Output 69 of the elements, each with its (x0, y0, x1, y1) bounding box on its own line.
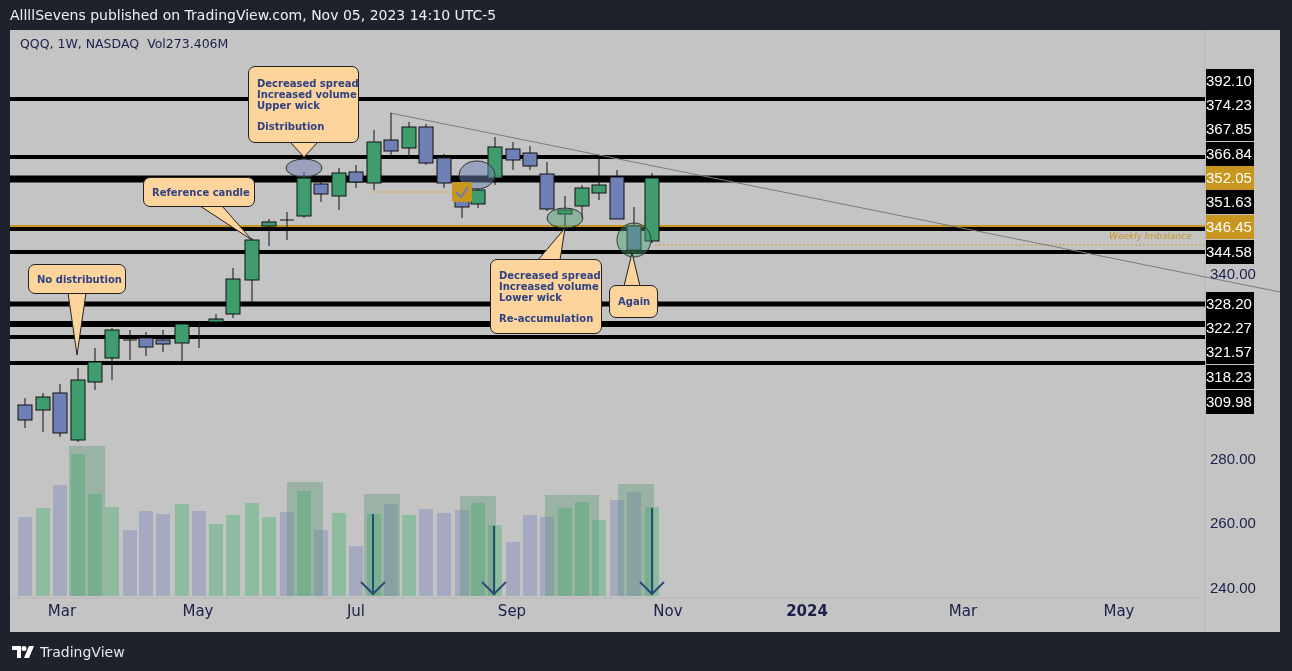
volume-bar (314, 530, 328, 596)
publisher-line: AllllSevens published on TradingView.com, Nov 05, 2023 14:10 UTC-5 (10, 7, 497, 23)
tradingview-logo-icon (12, 645, 34, 658)
candlestick (138, 331, 154, 357)
time-label: Nov (652, 602, 684, 620)
candlestick (557, 195, 573, 227)
time-label: May (1102, 602, 1136, 620)
volume-bar (506, 542, 520, 596)
highlight-ellipse (458, 160, 496, 190)
price-label: 321.57 (1206, 340, 1254, 364)
price-label: 367.85 (1206, 117, 1254, 141)
zone-label: Weekly Imbalance (1109, 231, 1192, 241)
candlestick (401, 121, 417, 158)
time-label: Sep (496, 602, 528, 620)
highlight-ellipse (546, 207, 584, 229)
time-label: May (181, 602, 215, 620)
symbol-title: QQQ, 1W, NASDAQ (20, 36, 140, 51)
candlestick (644, 172, 660, 244)
price-label: 392.10 (1206, 69, 1254, 93)
price-label: 351.63 (1206, 190, 1254, 214)
callout-pointer (623, 252, 641, 287)
candlestick (591, 157, 607, 201)
callout-note: Reference candle (143, 177, 255, 207)
highlight-ellipse (285, 158, 323, 178)
candlestick (155, 329, 171, 353)
check-marker-icon (452, 182, 472, 202)
candlestick (17, 397, 33, 429)
candlestick (366, 129, 382, 191)
candlestick (52, 383, 68, 438)
price-label: 344.58 (1206, 240, 1254, 264)
candlestick (418, 123, 434, 166)
callout-note: Decreased spread Increased volume Lower wick Re-accumulation (490, 259, 602, 334)
price-label: 328.20 (1206, 292, 1254, 316)
candlestick (505, 141, 521, 171)
candlestick (609, 169, 625, 220)
candlestick (436, 153, 452, 189)
volume-bar (209, 524, 223, 596)
volume-arrow-icon (639, 507, 665, 596)
callout-note: Decreased spread Increased volume Upper wick Distribution (248, 66, 359, 143)
price-label: 352.05 (1206, 166, 1254, 190)
candlestick (122, 329, 138, 361)
volume-bar (349, 546, 363, 596)
volume-bar (123, 530, 137, 596)
volume-arrow-icon (481, 525, 507, 596)
price-label: 318.23 (1206, 365, 1254, 389)
candlestick (574, 184, 590, 219)
volume-arrow-icon (360, 513, 386, 596)
candlestick (35, 392, 51, 433)
price-label: 346.45 (1206, 215, 1254, 239)
callout-pointer (67, 292, 87, 356)
price-label: 309.98 (1206, 390, 1254, 414)
price-tick: 260.00 (1210, 514, 1256, 531)
price-label: 374.23 (1206, 93, 1254, 117)
price-label: 366.84 (1206, 142, 1254, 166)
price-tick: 340.00 (1210, 265, 1256, 282)
candlestick (383, 112, 399, 156)
callout-pointer (537, 227, 566, 261)
brand-name: TradingView (40, 643, 125, 660)
price-tick: 280.00 (1210, 450, 1256, 467)
time-label: Mar (947, 602, 979, 620)
highlight-ellipse (616, 222, 652, 258)
callout-pointer (199, 205, 253, 241)
price-tick: 240.00 (1210, 579, 1256, 596)
volume-value: Vol273.406M (147, 36, 229, 51)
time-label: Jul (345, 602, 367, 620)
candlestick (104, 327, 120, 381)
time-label: 2024 (785, 602, 829, 620)
price-label: 322.27 (1206, 316, 1254, 340)
time-label: Mar (46, 602, 78, 620)
